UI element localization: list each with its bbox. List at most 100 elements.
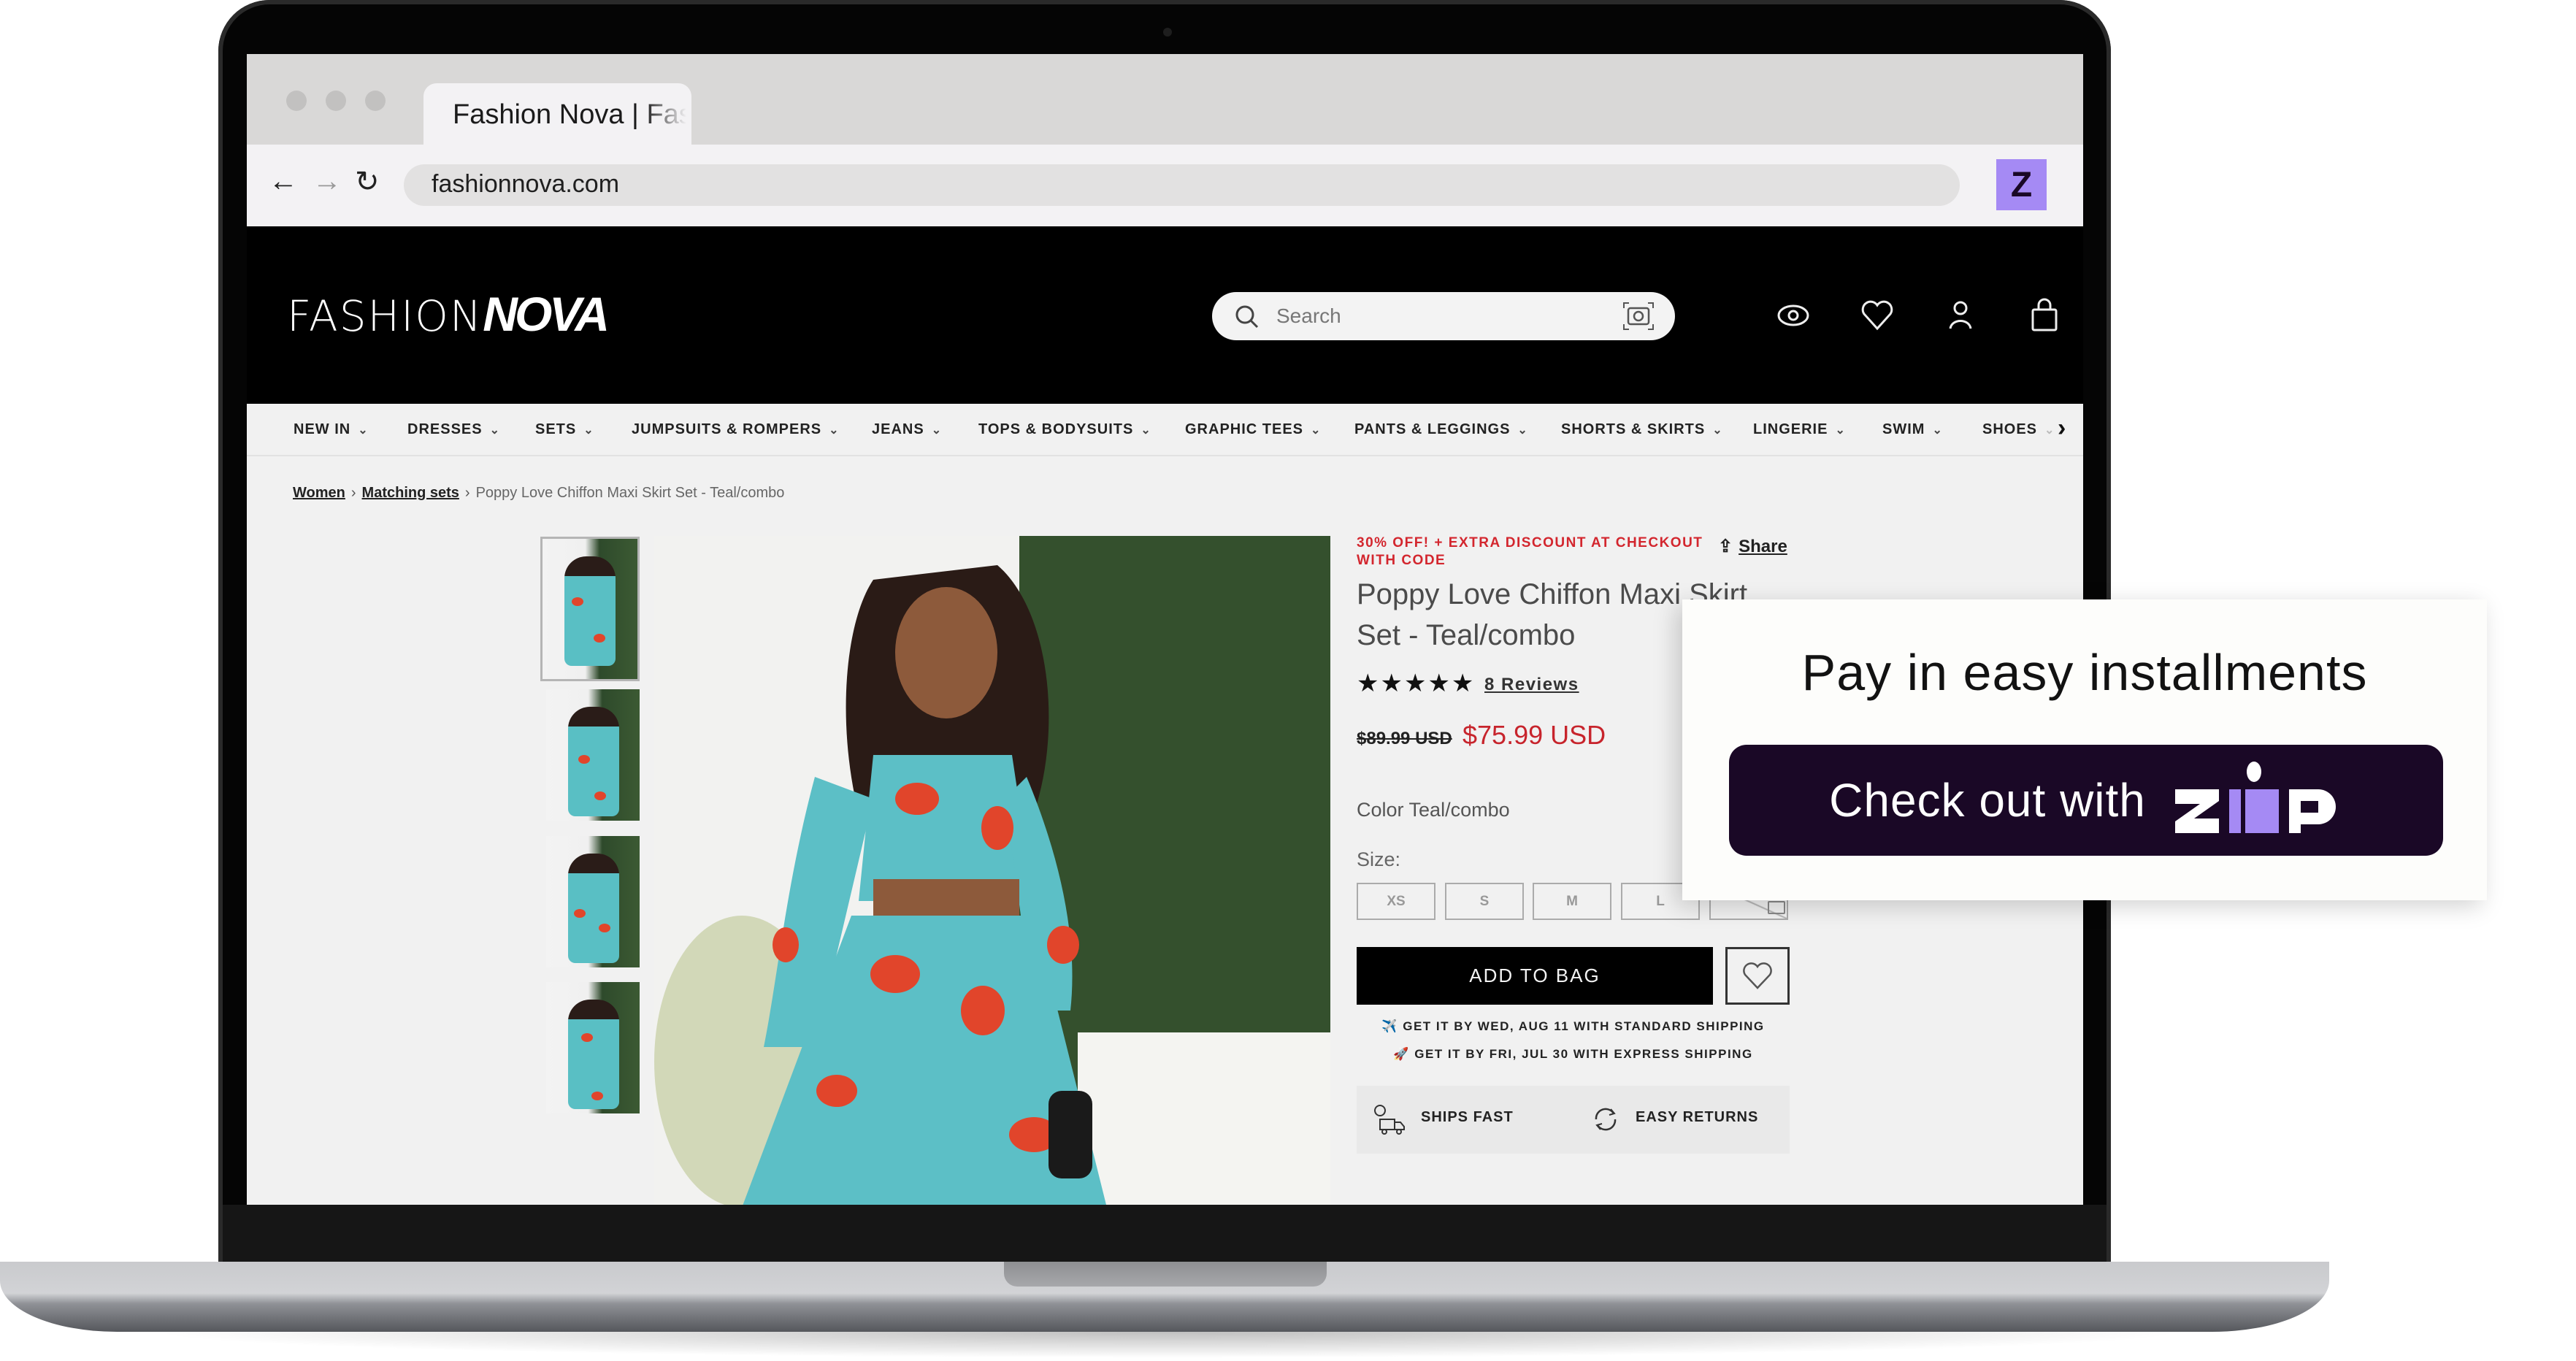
breadcrumb-current: Poppy Love Chiffon Maxi Skirt Set - Teal…	[475, 485, 785, 501]
nav-label: JUMPSUITS & ROMPERS	[632, 421, 822, 437]
chevron-down-icon: ⌄	[358, 424, 369, 437]
model-illustration	[654, 536, 1330, 1205]
breadcrumb-matching-sets[interactable]: Matching sets	[362, 485, 459, 501]
breadcrumb-women[interactable]: Women	[293, 485, 345, 501]
product-thumbnail[interactable]	[540, 537, 640, 681]
nav-label: DRESSES	[407, 421, 483, 437]
user-icon[interactable]	[1939, 294, 1982, 337]
notify-email-icon[interactable]	[1768, 901, 1785, 914]
nav-item-new-in[interactable]: NEW IN ⌄	[294, 421, 369, 438]
nav-item-jumpsuits-rompers[interactable]: JUMPSUITS & ROMPERS ⌄	[632, 421, 840, 438]
browser-toolbar: ← → ↻ fashionnova.com Z	[247, 145, 2083, 226]
size-option-m[interactable]: M	[1533, 883, 1611, 920]
add-to-bag-button[interactable]: ADD TO BAG	[1357, 947, 1713, 1005]
search-icon	[1235, 305, 1259, 329]
size-option-xs[interactable]: XS	[1357, 883, 1435, 920]
url-text: fashionnova.com	[432, 170, 620, 198]
eye-icon[interactable]	[1771, 294, 1815, 337]
search-input[interactable]: Search	[1212, 292, 1675, 340]
window-minimize-button[interactable]	[326, 91, 346, 111]
laptop-shadow	[146, 1332, 2190, 1358]
chevron-down-icon: ⌄	[1141, 424, 1151, 437]
wishlist-button[interactable]	[1725, 947, 1790, 1005]
sale-price: $75.99 USD	[1463, 720, 1606, 750]
nav-item-lingerie[interactable]: LINGERIE ⌄	[1753, 421, 1846, 438]
chevron-down-icon: ⌄	[1517, 424, 1528, 437]
promo-banner: 30% OFF! + EXTRA DISCOUNT AT CHECKOUT WI…	[1357, 535, 1703, 568]
perk-ships-fast: SHIPS FAST	[1421, 1109, 1514, 1125]
checkout-with-zip-button[interactable]: Check out with	[1729, 745, 2443, 856]
nav-label: SWIM	[1882, 421, 1925, 437]
nav-item-jeans[interactable]: JEANS ⌄	[872, 421, 942, 438]
nav-label: SHORTS & SKIRTS	[1561, 421, 1706, 437]
zip-extension-button[interactable]: Z	[1996, 159, 2047, 210]
nav-item-tops-bodysuits[interactable]: TOPS & BODYSUITS ⌄	[978, 421, 1151, 438]
nav-item-pants-leggings[interactable]: PANTS & LEGGINGS ⌄	[1354, 421, 1528, 438]
product-main-image[interactable]	[654, 536, 1330, 1205]
fashion-nova-logo[interactable]: FASHIONNOVA	[287, 286, 610, 342]
heart-icon[interactable]	[1855, 294, 1899, 337]
shipping-text: GET IT BY FRI, JUL 30 WITH EXPRESS SHIPP…	[1414, 1047, 1753, 1061]
tab-title: Fashion Nova | Fashion Nova	[453, 99, 686, 130]
chevron-down-icon: ⌄	[1712, 424, 1723, 437]
heart-icon	[1743, 962, 1772, 989]
product-thumbnail[interactable]	[546, 836, 640, 967]
express-shipping-estimate: 🚀 GET IT BY FRI, JUL 30 WITH EXPRESS SHI…	[1357, 1047, 1790, 1062]
nav-label: LINGERIE	[1753, 421, 1828, 437]
reviews-link[interactable]: 8 Reviews	[1484, 675, 1579, 695]
chevron-down-icon: ⌄	[1311, 424, 1322, 437]
nav-scroll-right-icon[interactable]: ›	[2058, 414, 2066, 442]
nav-label: SHOES	[1982, 421, 2038, 437]
checkout-label: Check out with	[1829, 774, 2146, 827]
nav-label: NEW IN	[294, 421, 351, 437]
nav-label: SETS	[535, 421, 577, 437]
site-header: FASHIONNOVA Search	[247, 226, 2083, 404]
installments-heading: Pay in easy installments	[1801, 644, 2368, 701]
forward-arrow-icon[interactable]: →	[313, 165, 342, 198]
chevron-down-icon: ⌄	[1932, 424, 1943, 437]
nav-item-shorts-skirts[interactable]: SHORTS & SKIRTS ⌄	[1561, 421, 1723, 438]
share-label: Share	[1739, 537, 1787, 556]
address-bar[interactable]: fashionnova.com	[404, 164, 1960, 206]
nav-label: GRAPHIC TEES	[1185, 421, 1304, 437]
truck-icon	[1374, 1105, 1405, 1135]
back-arrow-icon[interactable]: ←	[269, 165, 298, 198]
bag-icon[interactable]	[2023, 294, 2066, 337]
nav-label: JEANS	[872, 421, 924, 437]
reload-icon[interactable]: ↻	[355, 165, 380, 199]
rocket-icon: 🚀	[1393, 1047, 1410, 1061]
window-maximize-button[interactable]	[365, 91, 386, 111]
nav-item-shoes[interactable]: SHOES ⌄	[1982, 421, 2055, 438]
nav-label: PANTS & LEGGINGS	[1354, 421, 1511, 437]
product-thumbnail[interactable]	[546, 982, 640, 1113]
browser-tab[interactable]: Fashion Nova | Fashion Nova	[423, 83, 691, 149]
original-price: $89.99 USD	[1357, 729, 1452, 748]
chevron-down-icon: ⌄	[583, 424, 594, 437]
size-option-s[interactable]: S	[1445, 883, 1524, 920]
browser-tab-bar: Fashion Nova | Fashion Nova	[247, 54, 2083, 149]
color-label: Color Teal/combo	[1357, 799, 1510, 821]
chevron-down-icon: ⌄	[829, 424, 840, 437]
camera-search-icon[interactable]	[1622, 301, 1655, 331]
nav-item-graphic-tees[interactable]: GRAPHIC TEES ⌄	[1185, 421, 1321, 438]
nav-item-swim[interactable]: SWIM ⌄	[1882, 421, 1943, 438]
size-label: Size:	[1357, 848, 1401, 870]
chevron-down-icon: ⌄	[1835, 424, 1846, 437]
returns-icon	[1595, 1108, 1617, 1131]
chevron-down-icon: ⌄	[931, 424, 943, 437]
nav-item-dresses[interactable]: DRESSES ⌄	[407, 421, 500, 438]
window-close-button[interactable]	[286, 91, 307, 111]
zip-logo-icon	[2174, 762, 2336, 833]
nav-label: TOPS & BODYSUITS	[978, 421, 1134, 437]
perks-bar: SHIPS FAST EASY RETURNS	[1357, 1086, 1790, 1154]
logo-bold: NOVA	[483, 287, 610, 341]
nav-item-sets[interactable]: SETS ⌄	[535, 421, 594, 438]
share-button[interactable]: ⇪ Share	[1718, 536, 1787, 557]
product-thumbnail[interactable]	[546, 689, 640, 821]
zip-installments-card: Pay in easy installments Check out with	[1682, 599, 2487, 900]
chevron-down-icon: ⌄	[489, 424, 500, 437]
shipping-text: GET IT BY WED, AUG 11 WITH STANDARD SHIP…	[1403, 1019, 1765, 1033]
breadcrumb: Women › Matching sets › Poppy Love Chiffon M…	[293, 485, 784, 502]
breadcrumb-separator: ›	[350, 485, 356, 501]
perk-easy-returns: EASY RETURNS	[1636, 1109, 1759, 1125]
